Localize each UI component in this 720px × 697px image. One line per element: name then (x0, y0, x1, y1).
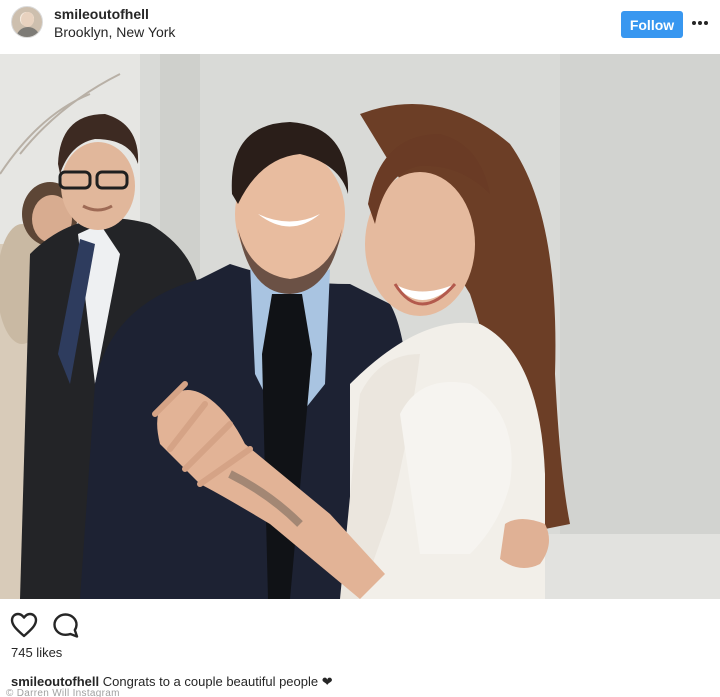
post-actions (0, 604, 720, 640)
profile-avatar[interactable] (11, 6, 43, 38)
profile-username[interactable]: smileoutofhell (54, 6, 149, 22)
more-options-icon[interactable] (692, 20, 708, 26)
likes-count[interactable]: 745 likes (11, 645, 62, 660)
heart-emoji-icon: ❤ (321, 674, 333, 689)
caption-text: Congrats to a couple beautiful people (99, 674, 322, 689)
post-header: smileoutofhell Brooklyn, New York Follow (0, 0, 720, 54)
photo-credit-watermark: © Darren Will Instagram (6, 688, 120, 697)
post-photo[interactable] (0, 54, 720, 599)
post-location[interactable]: Brooklyn, New York (54, 24, 175, 40)
follow-button[interactable]: Follow (621, 11, 683, 38)
heart-icon[interactable] (10, 612, 38, 638)
caption-username[interactable]: smileoutofhell (11, 674, 99, 689)
comment-icon[interactable] (52, 612, 79, 639)
bride-hand (500, 519, 549, 568)
